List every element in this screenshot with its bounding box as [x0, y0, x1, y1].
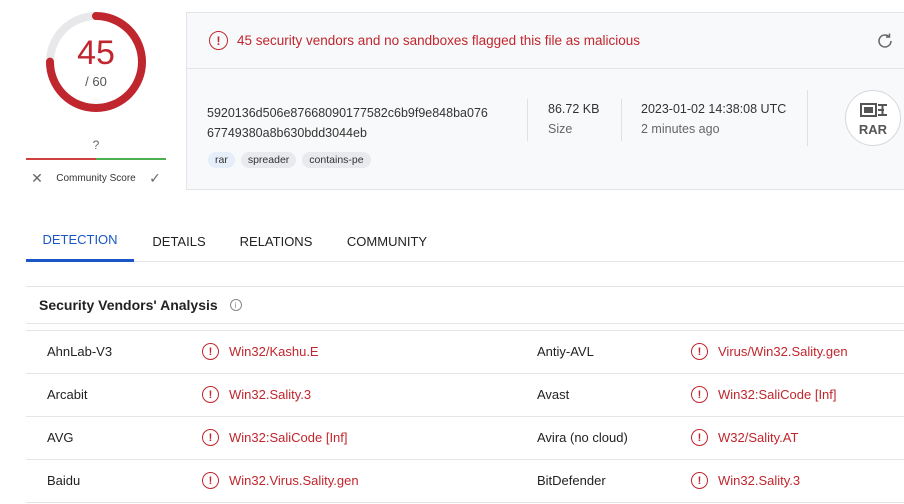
alert-banner: ! 45 security vendors and no sandboxes f… [187, 13, 904, 69]
detection-result: Win32.Sality.3 [718, 473, 801, 488]
alert-icon: ! [209, 31, 228, 50]
detection-result: Win32.Sality.3 [229, 387, 312, 402]
refresh-icon [878, 33, 892, 48]
table-row: Baidu ! Win32.Virus.Sality.gen BitDefende… [26, 460, 904, 503]
malicious-icon: ! [691, 472, 708, 489]
tab-details[interactable]: DETAILS [134, 220, 224, 262]
info-icon[interactable]: i [229, 299, 242, 311]
vendor-name: Antiy-AVL [537, 344, 594, 359]
community-score: ? ✕ Community Score ✓ [26, 138, 166, 187]
tab-community[interactable]: COMMUNITY [338, 220, 436, 262]
file-size-value: 86.72 KB [548, 102, 600, 116]
divider [621, 99, 622, 141]
community-score-bar [26, 158, 166, 160]
alert-message: 45 security vendors and no sandboxes fla… [237, 33, 640, 48]
vendors-header: Security Vendors' Analysis i [26, 286, 904, 324]
file-type-badge: RAR [845, 90, 901, 146]
analysis-date: 2023-01-02 14:38:08 UTC [641, 102, 787, 116]
vendor-name: AhnLab-V3 [47, 344, 113, 359]
downvote-icon[interactable]: ✕ [26, 170, 48, 187]
vendor-name: BitDefender [537, 473, 606, 488]
detection-result: W32/Sality.AT [718, 430, 799, 445]
analysis-relative-time: 2 minutes ago [641, 122, 720, 136]
malicious-icon: ! [691, 429, 708, 446]
table-row: Arcabit ! Win32.Sality.3 Avast ! Win32:Sal… [26, 374, 904, 417]
tag-contains-pe[interactable]: contains-pe [302, 152, 371, 168]
table-row: AVG ! Win32:SaliCode [Inf] Avira (no clou… [26, 417, 904, 460]
tab-relations[interactable]: RELATIONS [230, 220, 322, 262]
file-type-label: RAR [858, 122, 888, 137]
file-hash-line-1: 5920136d506e87668090177582c6b9f9e848ba07… [207, 106, 488, 120]
detection-result: Win32.Virus.Sality.gen [229, 473, 359, 488]
upvote-icon[interactable]: ✓ [144, 170, 166, 187]
community-score-label: Community Score [56, 173, 136, 184]
detection-result: Win32:SaliCode [Inf] [229, 430, 348, 445]
file-hash[interactable]: 5920136d506e87668090177582c6b9f9e848ba07… [207, 103, 512, 143]
file-summary-card: ! 45 security vendors and no sandboxes f… [186, 12, 904, 190]
vendor-name: Avira (no cloud) [537, 430, 628, 445]
detection-result: Win32:SaliCode [Inf] [718, 387, 837, 402]
reanalyze-icon[interactable] [875, 31, 895, 51]
tab-bar: DETECTION DETAILS RELATIONS COMMUNITY [26, 220, 904, 262]
file-tags: rar spreader contains-pe [208, 152, 371, 168]
file-hash-line-2: 67749380a8b630bdd3044eb [207, 126, 367, 140]
file-size-label: Size [548, 122, 573, 136]
archive-icon [860, 103, 887, 117]
divider [807, 90, 808, 146]
detection-result: Win32/Kashu.E [229, 344, 319, 359]
community-score-value: ? [92, 138, 100, 152]
community-bar-negative [26, 158, 96, 160]
tag-rar[interactable]: rar [208, 152, 235, 168]
tag-spreader[interactable]: spreader [240, 152, 297, 168]
vendor-name: Baidu [47, 473, 81, 488]
table-row: AhnLab-V3 ! Win32/Kashu.E Antiy-AVL ! Viru… [26, 331, 904, 374]
vendors-title: Security Vendors' Analysis [39, 297, 218, 313]
vendor-name: AVG [47, 430, 74, 445]
vendors-table: AhnLab-V3 ! Win32/Kashu.E Antiy-AVL ! Viru… [26, 330, 904, 503]
malicious-icon: ! [202, 343, 219, 360]
malicious-icon: ! [202, 472, 219, 489]
detection-result: Virus/Win32.Sality.gen [718, 344, 848, 359]
tab-detection[interactable]: DETECTION [26, 220, 134, 262]
detected-count: 45 [77, 34, 115, 72]
divider [527, 99, 528, 141]
malicious-icon: ! [202, 429, 219, 446]
total-vendors: / 60 [85, 74, 107, 89]
malicious-icon: ! [202, 386, 219, 403]
detection-score-gauge: 45 / 60 [44, 10, 148, 114]
vendor-name: Arcabit [47, 387, 88, 402]
community-bar-positive [96, 158, 166, 160]
malicious-icon: ! [691, 386, 708, 403]
vendor-name: Avast [537, 387, 570, 402]
malicious-icon: ! [691, 343, 708, 360]
